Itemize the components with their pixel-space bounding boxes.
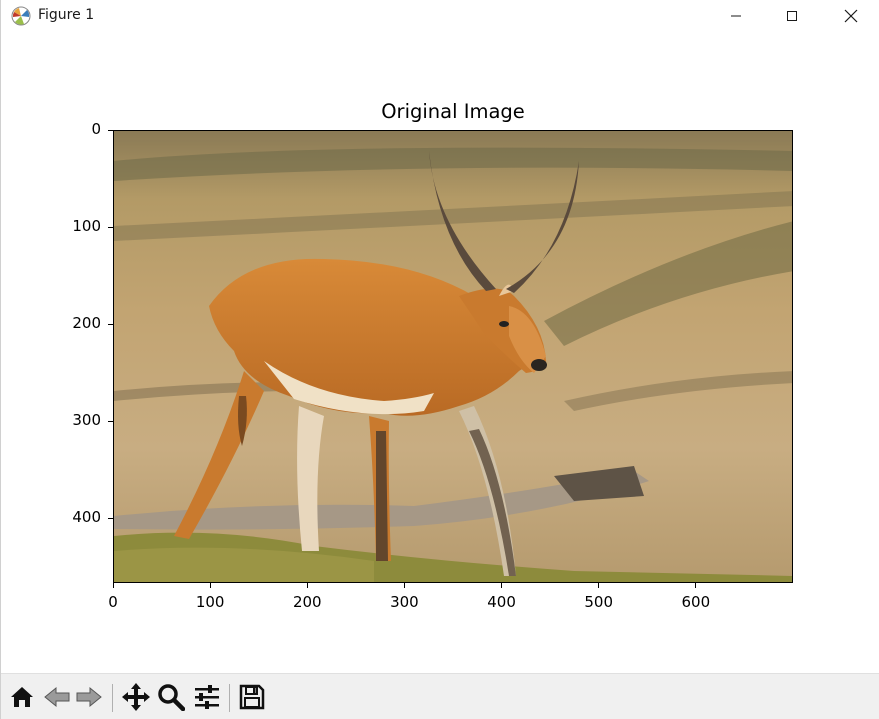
x-tick-mark [209, 583, 211, 588]
x-tick-label: 200 [292, 593, 322, 611]
x-tick-label: 400 [487, 593, 516, 611]
y-tick-mark [108, 323, 113, 325]
y-tick-mark [108, 226, 113, 228]
window-title: Figure 1 [38, 7, 95, 23]
y-tick-label: 300 [72, 411, 101, 429]
save-button[interactable] [236, 682, 268, 712]
antelope-photo [114, 131, 792, 582]
toolbar-separator [229, 684, 230, 712]
y-tick-mark [108, 129, 113, 131]
title-bar[interactable]: Figure 1 [1, 0, 879, 33]
plot-title: Original Image [381, 100, 525, 123]
figure-window: Figure 1 Original Image 0 100 200 300 40… [0, 0, 879, 719]
matplotlib-app-icon [11, 6, 31, 26]
x-tick-mark [695, 583, 697, 588]
back-arrow-icon [44, 686, 70, 708]
forward-button[interactable] [73, 682, 105, 712]
magnifier-icon [158, 684, 185, 711]
home-icon [11, 687, 33, 707]
y-tick-label: 100 [72, 217, 101, 235]
x-tick-label: 100 [195, 593, 225, 611]
y-tick-label: 200 [72, 314, 101, 332]
home-button[interactable] [6, 682, 38, 712]
x-tick-label: 0 [108, 593, 118, 611]
configure-subplots-button[interactable] [191, 682, 223, 712]
navigation-toolbar [1, 673, 879, 719]
x-tick-label: 300 [390, 593, 419, 611]
y-tick-label: 0 [91, 120, 101, 138]
move-icon [122, 683, 150, 711]
toolbar-separator [112, 684, 113, 712]
forward-arrow-icon [76, 686, 102, 708]
y-tick-mark [108, 517, 113, 519]
y-tick-mark [108, 420, 113, 422]
floppy-disk-icon [239, 684, 265, 710]
y-tick-label: 400 [72, 508, 101, 526]
x-tick-mark [112, 583, 114, 588]
x-tick-mark [501, 583, 503, 588]
x-tick-mark [306, 583, 308, 588]
close-icon [844, 9, 858, 23]
x-tick-mark [403, 583, 405, 588]
x-tick-label: 500 [584, 593, 614, 611]
x-tick-mark [598, 583, 600, 588]
minimize-icon [731, 15, 741, 17]
image-axes[interactable] [113, 130, 793, 583]
minimize-button[interactable] [707, 0, 765, 32]
close-button[interactable] [822, 0, 879, 32]
sliders-icon [195, 685, 219, 709]
maximize-button[interactable] [763, 0, 821, 32]
zoom-button[interactable] [155, 682, 187, 712]
x-tick-label: 600 [681, 593, 711, 611]
maximize-icon [787, 11, 797, 21]
pan-button[interactable] [120, 682, 152, 712]
back-button[interactable] [41, 682, 73, 712]
